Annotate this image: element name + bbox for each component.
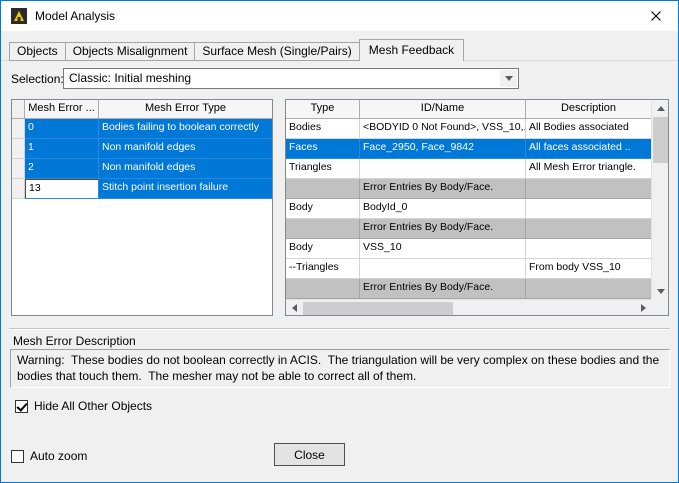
mesh-error-type-header[interactable]: Mesh Error Type <box>99 100 272 119</box>
table-row[interactable]: 13 Stitch point insertion failure <box>12 179 272 199</box>
scroll-up-icon[interactable] <box>652 100 668 116</box>
description-header[interactable]: Description <box>526 100 651 119</box>
mesh-error-type-cell: Non manifold edges <box>99 159 272 179</box>
description-cell <box>526 219 651 239</box>
table-row[interactable]: 0 Bodies failing to boolean correctly <box>12 119 272 139</box>
selection-label: Selection: <box>11 72 64 86</box>
auto-zoom-label: Auto zoom <box>30 449 88 463</box>
description-cell <box>526 199 651 219</box>
close-icon[interactable] <box>633 1 678 31</box>
row-selector[interactable] <box>12 139 25 159</box>
row-selector-header[interactable] <box>12 100 25 119</box>
tab-objects[interactable]: Objects <box>9 42 66 61</box>
window-title: Model Analysis <box>35 9 116 23</box>
id-name-header[interactable]: ID/Name <box>360 100 526 119</box>
app-icon <box>11 8 27 24</box>
id-name-cell <box>360 159 526 179</box>
description-cell: All faces associated .. <box>526 139 651 159</box>
chevron-down-icon[interactable] <box>500 70 517 87</box>
mesh-error-table: Mesh Error ... Mesh Error Type 0 Bodies … <box>11 99 273 316</box>
mesh-error-description-text: Warning: These bodies do not boolean cor… <box>10 349 670 388</box>
section-row[interactable]: Error Entries By Body/Face. <box>286 219 651 239</box>
type-cell: Faces <box>286 139 360 159</box>
checkbox-checked-icon[interactable] <box>15 399 28 413</box>
horizontal-scrollbar-thumb[interactable] <box>303 302 453 315</box>
type-cell <box>286 179 360 199</box>
mesh-error-description-label: Mesh Error Description <box>13 334 136 348</box>
row-selector[interactable] <box>12 119 25 139</box>
checkbox-unchecked-icon[interactable] <box>11 449 24 463</box>
tab-objects-misalignment[interactable]: Objects Misalignment <box>64 42 196 61</box>
table-row[interactable]: Triangles All Mesh Error triangle. <box>286 159 651 179</box>
separator <box>9 328 670 330</box>
id-name-cell: VSS_10 <box>360 239 526 259</box>
tab-strip: Objects Objects Misalignment Surface Mes… <box>9 39 465 61</box>
selection-dropdown[interactable]: Classic: Initial meshing <box>63 68 519 89</box>
id-name-cell: <BODYID 0 Not Found>, VSS_10,... <box>360 119 526 139</box>
type-cell <box>286 279 360 299</box>
type-cell: Bodies <box>286 119 360 139</box>
mesh-error-type-cell: Non manifold edges <box>99 139 272 159</box>
type-cell: Triangles <box>286 159 360 179</box>
table-row[interactable]: Bodies <BODYID 0 Not Found>, VSS_10,... … <box>286 119 651 139</box>
auto-zoom-checkbox[interactable]: Auto zoom <box>11 449 87 463</box>
tab-surface-mesh[interactable]: Surface Mesh (Single/Pairs) <box>194 42 360 61</box>
mesh-error-id-cell: 0 <box>25 119 99 139</box>
section-row[interactable]: Error Entries By Body/Face. <box>286 179 651 199</box>
mesh-error-id-cell: 2 <box>25 159 99 179</box>
close-button[interactable]: Close <box>274 443 345 466</box>
model-analysis-dialog: Model Analysis Objects Objects Misalignm… <box>0 0 679 483</box>
tab-mesh-feedback[interactable]: Mesh Feedback <box>358 39 465 61</box>
id-name-cell: Error Entries By Body/Face. <box>360 219 526 239</box>
id-name-cell <box>360 259 526 279</box>
error-detail-table-header: Type ID/Name Description <box>286 100 651 119</box>
mesh-error-table-header: Mesh Error ... Mesh Error Type <box>12 100 272 119</box>
title-bar[interactable]: Model Analysis <box>1 1 678 31</box>
id-name-cell: Error Entries By Body/Face. <box>360 179 526 199</box>
description-cell: All Mesh Error triangle. <box>526 159 651 179</box>
scroll-right-icon[interactable] <box>635 300 651 315</box>
description-cell: From body VSS_10 <box>526 259 651 279</box>
id-name-cell: BodyId_0 <box>360 199 526 219</box>
table-row[interactable]: Body BodyId_0 <box>286 199 651 219</box>
type-header[interactable]: Type <box>286 100 360 119</box>
type-cell: --Triangles <box>286 259 360 279</box>
scrollbar-corner <box>651 299 668 315</box>
scroll-down-icon[interactable] <box>652 283 668 299</box>
row-selector[interactable] <box>12 179 25 199</box>
mesh-error-id-cell: 1 <box>25 139 99 159</box>
description-cell <box>526 239 651 259</box>
description-cell <box>526 179 651 199</box>
hide-all-other-objects-label: Hide All Other Objects <box>34 399 153 413</box>
error-detail-table: Type ID/Name Description Bodies <BODYID … <box>285 99 669 316</box>
description-cell: All Bodies associated <box>526 119 651 139</box>
row-selector[interactable] <box>12 159 25 179</box>
section-row[interactable]: Error Entries By Body/Face. <box>286 279 651 299</box>
type-cell: Body <box>286 239 360 259</box>
vertical-scrollbar-thumb[interactable] <box>653 117 668 163</box>
mesh-error-type-cell: Stitch point insertion failure <box>99 179 272 199</box>
type-cell: Body <box>286 199 360 219</box>
vertical-scrollbar[interactable] <box>651 100 668 299</box>
selection-dropdown-value: Classic: Initial meshing <box>69 71 192 85</box>
description-cell <box>526 279 651 299</box>
id-name-cell: Face_2950, Face_9842 <box>360 139 526 159</box>
table-row[interactable]: --Triangles From body VSS_10 <box>286 259 651 279</box>
table-row[interactable]: Body VSS_10 <box>286 239 651 259</box>
table-row[interactable]: 2 Non manifold edges <box>12 159 272 179</box>
id-name-cell: Error Entries By Body/Face. <box>360 279 526 299</box>
mesh-error-id-header[interactable]: Mesh Error ... <box>25 100 99 119</box>
table-row[interactable]: 1 Non manifold edges <box>12 139 272 159</box>
type-cell <box>286 219 360 239</box>
hide-all-other-objects-checkbox[interactable]: Hide All Other Objects <box>15 399 152 413</box>
scroll-left-icon[interactable] <box>286 300 302 315</box>
mesh-error-id-cell-focused[interactable]: 13 <box>25 179 99 199</box>
table-row[interactable]: Faces Face_2950, Face_9842 All faces ass… <box>286 139 651 159</box>
horizontal-scrollbar[interactable] <box>286 299 651 315</box>
mesh-error-type-cell: Bodies failing to boolean correctly <box>99 119 272 139</box>
